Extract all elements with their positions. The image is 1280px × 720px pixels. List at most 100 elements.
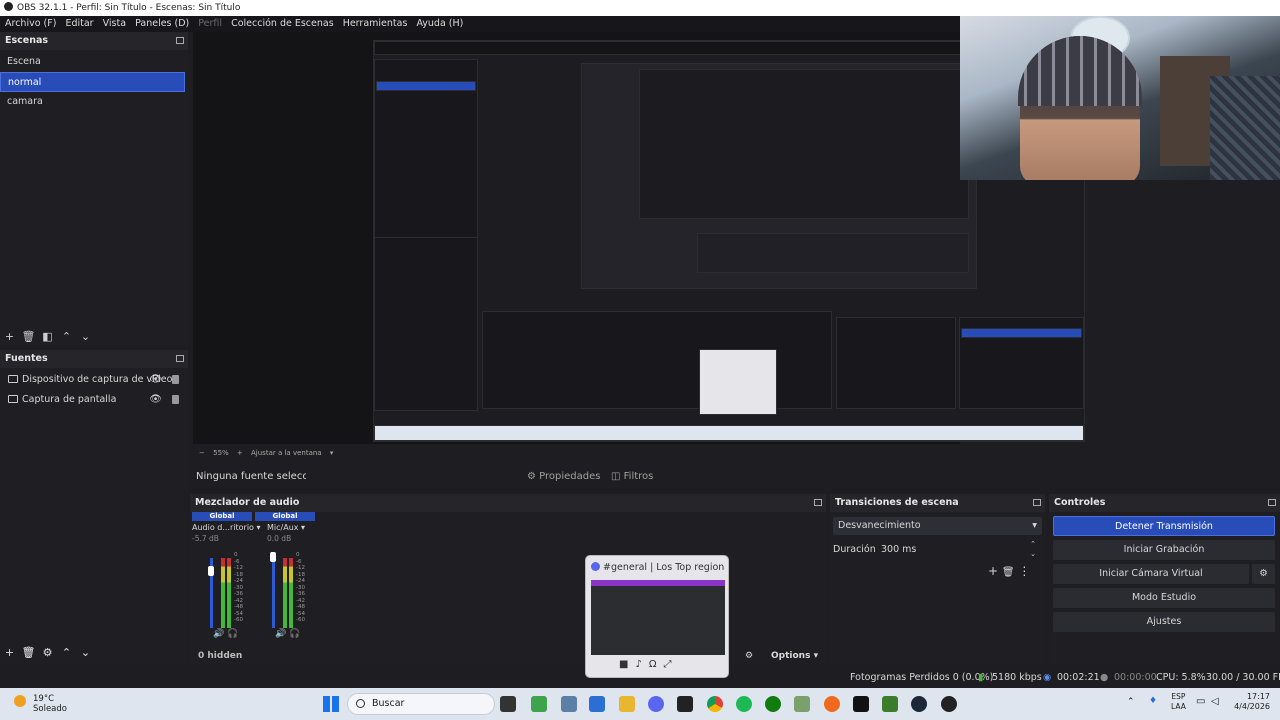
store-app-icon[interactable] — [589, 696, 605, 712]
move-down-icon[interactable]: ⌄ — [76, 330, 95, 343]
menu-tools[interactable]: Herramientas — [343, 18, 408, 29]
app-icon[interactable] — [824, 696, 840, 712]
app-icon[interactable] — [531, 696, 547, 712]
undock-icon[interactable] — [1033, 499, 1041, 506]
undock-icon[interactable] — [176, 37, 184, 44]
obs-app-icon[interactable] — [941, 696, 957, 712]
global-badge: Global — [192, 512, 252, 521]
speaker-icon[interactable]: 🔊 — [213, 629, 224, 639]
window-titlebar: OBS 32.1.1 - Perfil: Sin Título - Escena… — [0, 0, 1280, 16]
windows-taskbar: 19°C Soleado Buscar ⌃ ♦ ESP LAA ▭ ◁ 17:17 4… — [0, 688, 1280, 720]
headphones-icon[interactable]: Ω — [649, 659, 664, 670]
menu-docks[interactable]: Paneles (D) — [135, 18, 189, 29]
stream-time: 00:02:21 — [1057, 672, 1100, 683]
tray-app-icon[interactable]: ♦ — [1149, 696, 1157, 706]
remove-scene-icon[interactable]: 🗑 — [19, 330, 38, 343]
popup-thumbnail[interactable] — [591, 580, 725, 655]
menu-edit[interactable]: Editar — [65, 18, 93, 29]
taskbar-search[interactable]: Buscar — [347, 693, 495, 715]
file-explorer-icon[interactable] — [619, 696, 635, 712]
app-icon[interactable] — [677, 696, 693, 712]
headphones-icon[interactable]: 🎧 — [227, 629, 238, 639]
screen-share-icon[interactable]: ⤢ — [664, 659, 679, 670]
undock-icon[interactable] — [814, 499, 822, 506]
visibility-eye-icon[interactable]: 👁 — [149, 390, 162, 410]
xbox-app-icon[interactable] — [765, 696, 781, 712]
volume-slider-handle[interactable] — [270, 552, 276, 562]
virtual-camera-settings-icon[interactable]: ⚙ — [1252, 564, 1275, 584]
mic-icon[interactable]: ♪ — [635, 659, 648, 670]
spotify-app-icon[interactable] — [736, 696, 752, 712]
weather-widget[interactable]: 19°C Soleado — [33, 694, 67, 714]
clock-time: 17:17 — [1246, 692, 1270, 701]
zoom-out-icon[interactable]: − — [199, 449, 205, 457]
undock-icon[interactable] — [176, 355, 184, 362]
app-icon[interactable] — [794, 696, 810, 712]
terminal-app-icon[interactable] — [500, 696, 516, 712]
lock-icon[interactable] — [172, 395, 179, 404]
transition-select[interactable]: Desvanecimiento ▾ — [833, 517, 1042, 535]
volume-slider-track[interactable] — [272, 558, 275, 628]
weather-icon[interactable] — [14, 695, 26, 707]
scene-filters-icon[interactable]: ◧ — [38, 330, 57, 343]
source-item-video-capture[interactable]: Dispositivo de captura de video 👁 — [0, 370, 188, 390]
scene-item-escena[interactable]: Escena — [0, 52, 185, 72]
move-down-icon[interactable]: ⌄ — [76, 646, 95, 659]
discord-app-icon[interactable] — [648, 696, 664, 712]
chrome-app-icon[interactable] — [707, 696, 723, 712]
app-icon[interactable] — [561, 696, 577, 712]
volume-slider-handle[interactable] — [208, 566, 214, 576]
spinner-arrows-icon[interactable]: ⌃ ⌄ — [1030, 539, 1036, 559]
lock-icon[interactable] — [172, 375, 179, 384]
headphones-icon[interactable]: 🎧 — [289, 629, 300, 639]
fit-window-dropdown[interactable]: Ajustar a la ventana — [251, 449, 322, 457]
start-recording-button[interactable]: Iniciar Grabación — [1053, 540, 1275, 560]
steam-app-icon[interactable] — [911, 696, 927, 712]
duration-input[interactable]: 300 ms ⌃ ⌄ — [874, 539, 1042, 559]
chevron-down-icon[interactable]: ▾ — [330, 449, 334, 457]
menu-view[interactable]: Vista — [103, 18, 126, 29]
add-icon[interactable]: + — [988, 564, 998, 578]
visibility-eye-icon[interactable]: 👁 — [149, 370, 162, 390]
minecraft-icon[interactable] — [882, 696, 898, 712]
add-icon[interactable]: + — [0, 646, 19, 659]
menu-file[interactable]: Archivo (F) — [5, 18, 56, 29]
add-scene-icon[interactable]: + — [0, 330, 19, 343]
record-icon: ● — [1100, 672, 1109, 683]
move-up-icon[interactable]: ⌃ — [57, 646, 76, 659]
taskbar-clock[interactable]: 17:17 4/4/2026 — [1226, 692, 1270, 712]
gear-icon[interactable]: ⚙ — [745, 648, 753, 664]
move-up-icon[interactable]: ⌃ — [57, 330, 76, 343]
channel-menu-icon[interactable]: ▾ — [301, 523, 305, 532]
chevron-up-icon[interactable]: ⌃ — [1127, 697, 1135, 707]
studio-mode-button[interactable]: Modo Estudio — [1053, 588, 1275, 608]
properties-button[interactable]: ⚙ Propiedades — [527, 466, 600, 488]
scene-item-camara[interactable]: camara — [0, 92, 185, 112]
network-icon[interactable]: ▭ — [1196, 696, 1205, 707]
options-button[interactable]: Options ▾ — [771, 648, 818, 664]
source-item-screen-capture[interactable]: Captura de pantalla 👁 — [0, 390, 188, 410]
gear-icon[interactable]: ⚙ — [38, 646, 57, 659]
cpu-usage: CPU: 5.8% — [1156, 672, 1206, 683]
start-virtual-camera-button[interactable]: Iniciar Cámara Virtual — [1053, 564, 1249, 584]
trash-icon[interactable]: 🗑 — [1002, 567, 1015, 578]
scene-item-normal[interactable]: normal — [0, 72, 185, 92]
volume-icon[interactable]: ◁ — [1211, 696, 1219, 707]
settings-button[interactable]: Ajustes — [1053, 612, 1275, 632]
discord-preview-popup[interactable]: #general | Los Top regiona... ■♪Ω⤢ — [585, 555, 729, 678]
epic-games-icon[interactable] — [853, 696, 869, 712]
more-options-icon[interactable]: ⋮ — [1018, 564, 1030, 578]
remove-icon[interactable]: 🗑 — [19, 646, 38, 659]
menu-profile[interactable]: Perfil — [198, 18, 222, 29]
input-language[interactable]: ESP LAA — [1171, 692, 1186, 712]
filters-button[interactable]: ◫ Filtros — [611, 466, 653, 488]
stop-streaming-button[interactable]: Detener Transmisión — [1053, 516, 1275, 536]
speaker-icon[interactable]: 🔊 — [275, 629, 286, 639]
undock-icon[interactable] — [1268, 499, 1276, 506]
menu-scene-collection[interactable]: Colección de Escenas — [231, 18, 334, 29]
menu-help[interactable]: Ayuda (H) — [416, 18, 463, 29]
channel-icons: 🔊 🎧 — [275, 629, 300, 639]
zoom-in-icon[interactable]: + — [237, 449, 243, 457]
windows-start-icon[interactable] — [323, 696, 339, 712]
camera-icon[interactable]: ■ — [619, 659, 635, 670]
